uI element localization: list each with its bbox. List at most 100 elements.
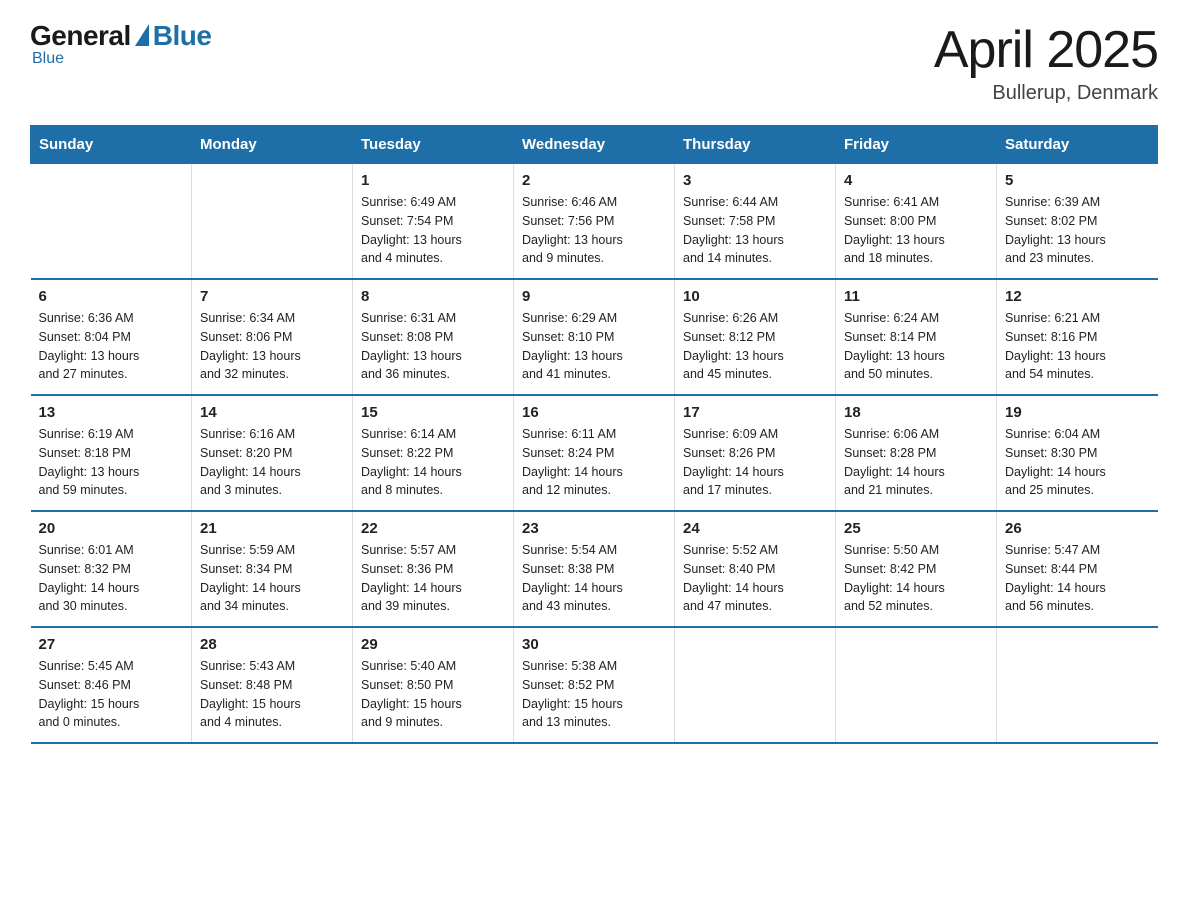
calendar-cell: 11 Sunrise: 6:24 AM Sunset: 8:14 PM Dayli… — [836, 279, 997, 395]
day-info: Sunrise: 6:34 AM Sunset: 8:06 PM Dayligh… — [200, 309, 344, 384]
calendar-cell: 9 Sunrise: 6:29 AM Sunset: 8:10 PM Daylig… — [514, 279, 675, 395]
day-info: Sunrise: 6:09 AM Sunset: 8:26 PM Dayligh… — [683, 425, 827, 500]
day-info: Sunrise: 6:01 AM Sunset: 8:32 PM Dayligh… — [39, 541, 184, 616]
day-number: 20 — [39, 520, 184, 537]
day-info: Sunrise: 6:16 AM Sunset: 8:20 PM Dayligh… — [200, 425, 344, 500]
day-header-saturday: Saturday — [997, 126, 1158, 164]
calendar-cell: 16 Sunrise: 6:11 AM Sunset: 8:24 PM Dayli… — [514, 395, 675, 511]
day-number: 7 — [200, 288, 344, 305]
day-number: 13 — [39, 404, 184, 421]
day-info: Sunrise: 6:29 AM Sunset: 8:10 PM Dayligh… — [522, 309, 666, 384]
subtitle: Bullerup, Denmark — [934, 82, 1158, 105]
calendar-cell: 22 Sunrise: 5:57 AM Sunset: 8:36 PM Dayli… — [353, 511, 514, 627]
day-info: Sunrise: 5:59 AM Sunset: 8:34 PM Dayligh… — [200, 541, 344, 616]
calendar-cell: 19 Sunrise: 6:04 AM Sunset: 8:30 PM Dayli… — [997, 395, 1158, 511]
calendar-cell: 4Sunrise: 6:41 AM Sunset: 8:00 PM Daylig… — [836, 164, 997, 280]
calendar-cell: 23 Sunrise: 5:54 AM Sunset: 8:38 PM Dayli… — [514, 511, 675, 627]
day-info: Sunrise: 5:52 AM Sunset: 8:40 PM Dayligh… — [683, 541, 827, 616]
day-number: 24 — [683, 520, 827, 537]
calendar-cell: 18 Sunrise: 6:06 AM Sunset: 8:28 PM Dayli… — [836, 395, 997, 511]
day-info: Sunrise: 6:19 AM Sunset: 8:18 PM Dayligh… — [39, 425, 184, 500]
day-header-sunday: Sunday — [31, 126, 192, 164]
day-info: Sunrise: 6:11 AM Sunset: 8:24 PM Dayligh… — [522, 425, 666, 500]
calendar-cell: 15 Sunrise: 6:14 AM Sunset: 8:22 PM Dayli… — [353, 395, 514, 511]
day-info: Sunrise: 5:47 AM Sunset: 8:44 PM Dayligh… — [1005, 541, 1150, 616]
day-info: Sunrise: 6:39 AM Sunset: 8:02 PM Dayligh… — [1005, 193, 1150, 268]
day-number: 23 — [522, 520, 666, 537]
day-number: 16 — [522, 404, 666, 421]
calendar-header-row: SundayMondayTuesdayWednesdayThursdayFrid… — [31, 126, 1158, 164]
day-info: Sunrise: 6:14 AM Sunset: 8:22 PM Dayligh… — [361, 425, 505, 500]
calendar-cell: 21 Sunrise: 5:59 AM Sunset: 8:34 PM Dayli… — [192, 511, 353, 627]
calendar-cell: 6Sunrise: 6:36 AM Sunset: 8:04 PM Daylig… — [31, 279, 192, 395]
day-header-wednesday: Wednesday — [514, 126, 675, 164]
calendar-cell: 17 Sunrise: 6:09 AM Sunset: 8:26 PM Dayli… — [675, 395, 836, 511]
day-info: Sunrise: 6:06 AM Sunset: 8:28 PM Dayligh… — [844, 425, 988, 500]
day-header-monday: Monday — [192, 126, 353, 164]
day-number: 14 — [200, 404, 344, 421]
calendar-cell: 2 Sunrise: 6:46 AM Sunset: 7:56 PM Daylig… — [514, 164, 675, 280]
day-number: 22 — [361, 520, 505, 537]
page-header: General Blue Blue April 2025 Bullerup, D… — [30, 20, 1158, 105]
calendar-week-row: 20 Sunrise: 6:01 AM Sunset: 8:32 PM Dayli… — [31, 511, 1158, 627]
calendar-cell: 13 Sunrise: 6:19 AM Sunset: 8:18 PM Dayli… — [31, 395, 192, 511]
calendar-cell: 27 Sunrise: 5:45 AM Sunset: 8:46 PM Dayli… — [31, 627, 192, 743]
day-number: 17 — [683, 404, 827, 421]
calendar-cell: 29 Sunrise: 5:40 AM Sunset: 8:50 PM Dayli… — [353, 627, 514, 743]
day-info: Sunrise: 5:43 AM Sunset: 8:48 PM Dayligh… — [200, 657, 344, 732]
day-number: 21 — [200, 520, 344, 537]
calendar-week-row: 13 Sunrise: 6:19 AM Sunset: 8:18 PM Dayli… — [31, 395, 1158, 511]
calendar-cell — [192, 164, 353, 280]
day-info: Sunrise: 6:04 AM Sunset: 8:30 PM Dayligh… — [1005, 425, 1150, 500]
calendar-cell — [997, 627, 1158, 743]
calendar-week-row: 27 Sunrise: 5:45 AM Sunset: 8:46 PM Dayli… — [31, 627, 1158, 743]
day-header-friday: Friday — [836, 126, 997, 164]
day-info: Sunrise: 6:24 AM Sunset: 8:14 PM Dayligh… — [844, 309, 988, 384]
title-block: April 2025 Bullerup, Denmark — [934, 20, 1158, 105]
day-number: 30 — [522, 636, 666, 653]
day-info: Sunrise: 6:46 AM Sunset: 7:56 PM Dayligh… — [522, 193, 666, 268]
calendar-cell: 5Sunrise: 6:39 AM Sunset: 8:02 PM Daylig… — [997, 164, 1158, 280]
day-info: Sunrise: 6:41 AM Sunset: 8:00 PM Dayligh… — [844, 193, 988, 268]
day-info: Sunrise: 5:54 AM Sunset: 8:38 PM Dayligh… — [522, 541, 666, 616]
day-info: Sunrise: 6:44 AM Sunset: 7:58 PM Dayligh… — [683, 193, 827, 268]
day-number: 12 — [1005, 288, 1150, 305]
day-info: Sunrise: 5:38 AM Sunset: 8:52 PM Dayligh… — [522, 657, 666, 732]
day-number: 9 — [522, 288, 666, 305]
calendar-cell: 7 Sunrise: 6:34 AM Sunset: 8:06 PM Daylig… — [192, 279, 353, 395]
calendar-cell: 28 Sunrise: 5:43 AM Sunset: 8:48 PM Dayli… — [192, 627, 353, 743]
calendar-cell — [675, 627, 836, 743]
day-number: 10 — [683, 288, 827, 305]
calendar-cell: 24 Sunrise: 5:52 AM Sunset: 8:40 PM Dayli… — [675, 511, 836, 627]
day-info: Sunrise: 6:21 AM Sunset: 8:16 PM Dayligh… — [1005, 309, 1150, 384]
day-number: 29 — [361, 636, 505, 653]
calendar-cell: 20 Sunrise: 6:01 AM Sunset: 8:32 PM Dayli… — [31, 511, 192, 627]
day-header-tuesday: Tuesday — [353, 126, 514, 164]
calendar-table: SundayMondayTuesdayWednesdayThursdayFrid… — [30, 125, 1158, 744]
logo: General Blue Blue — [30, 20, 211, 68]
calendar-cell: 8Sunrise: 6:31 AM Sunset: 8:08 PM Daylig… — [353, 279, 514, 395]
day-number: 25 — [844, 520, 988, 537]
day-info: Sunrise: 5:45 AM Sunset: 8:46 PM Dayligh… — [39, 657, 184, 732]
day-number: 15 — [361, 404, 505, 421]
calendar-cell: 1Sunrise: 6:49 AM Sunset: 7:54 PM Daylig… — [353, 164, 514, 280]
logo-triangle-icon — [135, 24, 149, 46]
day-info: Sunrise: 6:31 AM Sunset: 8:08 PM Dayligh… — [361, 309, 505, 384]
day-number: 11 — [844, 288, 988, 305]
calendar-week-row: 1Sunrise: 6:49 AM Sunset: 7:54 PM Daylig… — [31, 164, 1158, 280]
day-info: Sunrise: 6:36 AM Sunset: 8:04 PM Dayligh… — [39, 309, 184, 384]
day-info: Sunrise: 5:40 AM Sunset: 8:50 PM Dayligh… — [361, 657, 505, 732]
day-number: 18 — [844, 404, 988, 421]
day-header-thursday: Thursday — [675, 126, 836, 164]
day-number: 3 — [683, 172, 827, 189]
day-number: 19 — [1005, 404, 1150, 421]
day-info: Sunrise: 5:57 AM Sunset: 8:36 PM Dayligh… — [361, 541, 505, 616]
day-info: Sunrise: 6:49 AM Sunset: 7:54 PM Dayligh… — [361, 193, 505, 268]
day-number: 27 — [39, 636, 184, 653]
logo-blue-text: Blue — [153, 20, 212, 52]
main-title: April 2025 — [934, 20, 1158, 80]
day-number: 2 — [522, 172, 666, 189]
day-number: 28 — [200, 636, 344, 653]
calendar-cell: 12 Sunrise: 6:21 AM Sunset: 8:16 PM Dayli… — [997, 279, 1158, 395]
calendar-cell: 26Sunrise: 5:47 AM Sunset: 8:44 PM Dayli… — [997, 511, 1158, 627]
